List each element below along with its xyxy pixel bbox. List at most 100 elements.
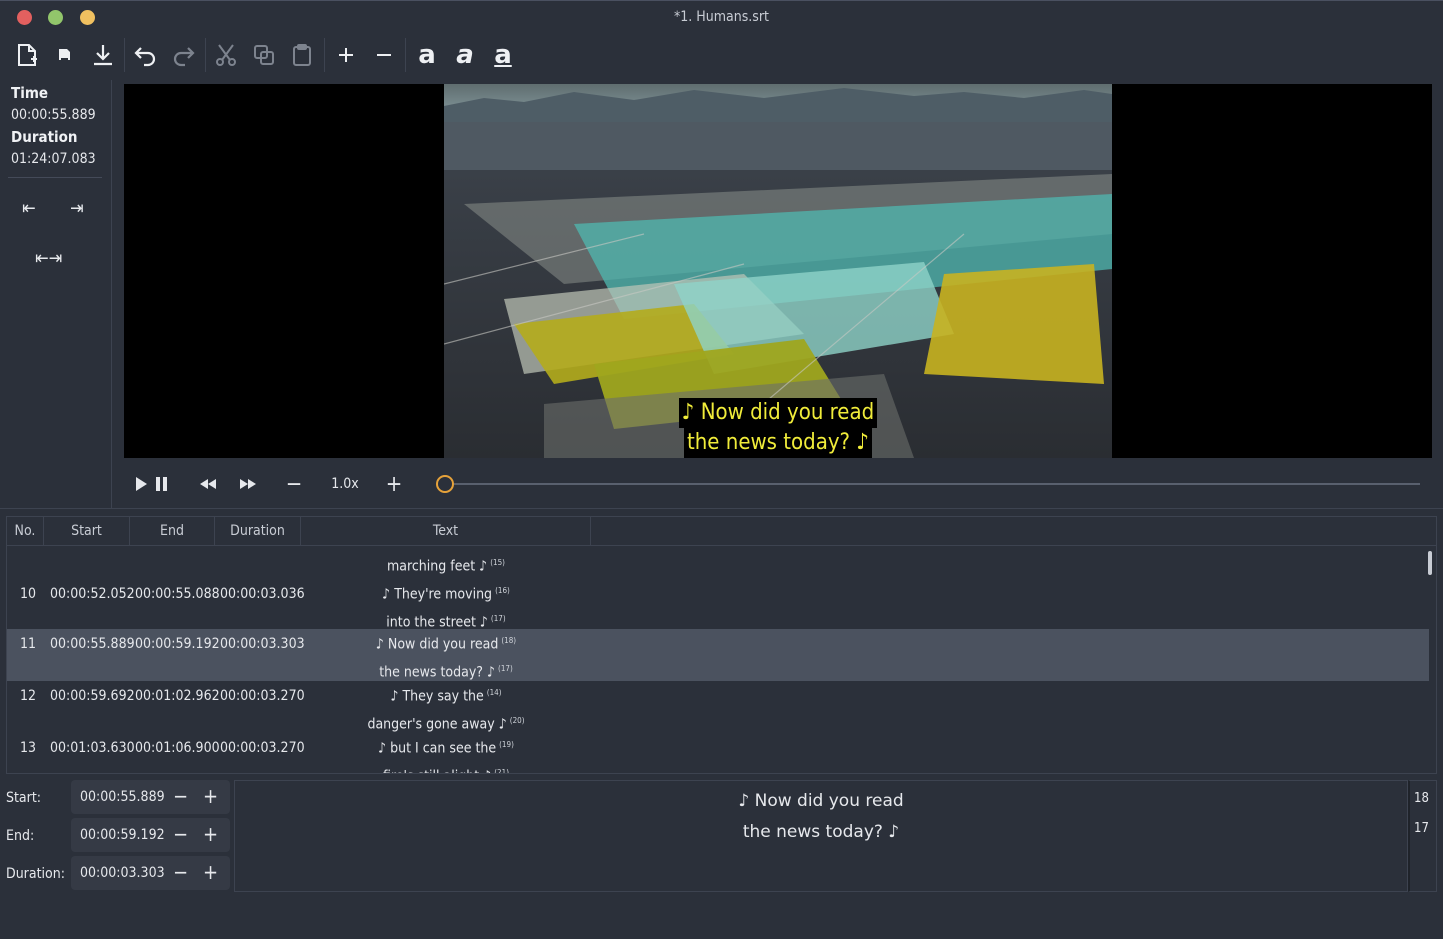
column-header-no[interactable]: No. (7, 517, 44, 546)
set-both-button[interactable]: ⇤⇥ (35, 248, 62, 269)
copy-button[interactable] (247, 38, 281, 72)
seek-handle[interactable] (436, 475, 454, 493)
toolbar: a a a (0, 34, 1443, 76)
table-row[interactable]: marching feet ♪ (15) (7, 547, 1429, 579)
play-pause-icon (136, 477, 167, 491)
char-count-line-2: 17 (1414, 821, 1429, 836)
subtitle-line-1: ♪ Now did you read (678, 398, 878, 428)
row-text-line-1: marching feet ♪ (387, 558, 488, 575)
row-text-line-2: fire's still alight ♪ (383, 768, 491, 773)
row-line-1-count: (14) (486, 688, 502, 697)
row-number: 11 (20, 636, 37, 652)
table-row[interactable]: 13 00:01:03.630 00:01:06.900 00:00:03.270 ♪ … (7, 733, 1429, 774)
editor-text-line-2[interactable]: the news today? ♪ (235, 817, 1407, 848)
remove-subtitle-button[interactable] (367, 38, 401, 72)
open-file-button[interactable] (48, 38, 82, 72)
column-header-text[interactable]: Text (301, 517, 591, 546)
row-end-time: 00:00:59.192 (135, 636, 220, 652)
end-decrement-button[interactable]: − (173, 822, 188, 846)
start-increment-button[interactable]: + (203, 784, 218, 808)
subtitle-line-2: the news today? ♪ (684, 428, 872, 458)
table-scrollbar[interactable] (1428, 551, 1432, 575)
subtitle-text-editor[interactable]: ♪ Now did you read the news today? ♪ (234, 780, 1408, 892)
row-line-2-count: (17) (498, 663, 513, 673)
save-button[interactable] (86, 38, 120, 72)
cut-icon (216, 44, 236, 66)
new-file-button[interactable] (10, 38, 44, 72)
duration-decrement-button[interactable]: − (173, 860, 188, 884)
open-file-icon (59, 49, 70, 60)
row-number: 13 (20, 740, 37, 756)
row-start-time: 00:01:03.630 (50, 740, 135, 756)
player-controls: − 1.0x + (124, 466, 1432, 502)
column-header-start[interactable]: Start (44, 517, 130, 546)
start-decrement-button[interactable]: − (173, 784, 188, 808)
seek-bar[interactable] (446, 483, 1420, 485)
row-text-line-2: into the street ♪ (386, 614, 488, 631)
row-text-line-1: ♪ but I can see the (378, 740, 497, 757)
time-value: 00:00:55.889 (11, 107, 96, 123)
underline-button[interactable]: a (486, 38, 520, 72)
speed-increase-button[interactable]: + (382, 472, 406, 497)
forward-button[interactable] (236, 472, 260, 496)
row-duration: 00:00:03.303 (220, 636, 305, 652)
start-label: Start: (6, 790, 42, 806)
cut-button[interactable] (209, 38, 243, 72)
save-icon (94, 45, 112, 66)
forward-icon (240, 479, 256, 489)
rewind-button[interactable] (196, 472, 220, 496)
start-time-spinbox[interactable]: 00:00:55.889 − + (71, 780, 230, 814)
panel-divider (111, 80, 112, 508)
duration-edit-label: Duration: (6, 866, 65, 882)
column-header-end[interactable]: End (130, 517, 215, 546)
end-time-value[interactable]: 00:00:59.192 (80, 827, 165, 843)
italic-button[interactable]: a (448, 38, 482, 72)
copy-icon (254, 45, 274, 65)
speed-decrease-button[interactable]: − (282, 472, 306, 497)
redo-icon (173, 47, 195, 67)
start-time-value[interactable]: 00:00:55.889 (80, 789, 165, 805)
row-text: marching feet ♪ (15) (301, 551, 591, 579)
editor-text-line-1[interactable]: ♪ Now did you read (235, 786, 1407, 817)
duration-spinbox[interactable]: 00:00:03.303 − + (71, 856, 230, 890)
set-end-button[interactable]: ⇥ (70, 198, 84, 219)
set-start-button[interactable]: ⇤ (22, 198, 36, 219)
table-row[interactable]: 12 00:00:59.692 00:01:02.962 00:00:03.270 ♪ … (7, 681, 1429, 733)
paste-button[interactable] (285, 38, 319, 72)
row-text: ♪ but I can see the(19) fire's still alig… (301, 733, 591, 774)
row-line-2-count: (20) (509, 715, 525, 725)
italic-icon: a (456, 40, 474, 70)
row-line-1-count: (15) (490, 558, 505, 567)
duration-edit-value[interactable]: 00:00:03.303 (80, 865, 165, 881)
row-text-line-2: danger's gone away ♪ (367, 716, 507, 733)
row-text: ♪ They say the (14) danger's gone away ♪ (2… (301, 681, 591, 736)
undo-button[interactable] (129, 38, 163, 72)
duration-value: 01:24:07.083 (11, 151, 96, 167)
row-line-1-count: (16) (495, 586, 510, 595)
redo-button[interactable] (166, 38, 200, 72)
row-end-time: 00:01:02.962 (135, 688, 220, 704)
add-subtitle-button[interactable] (329, 38, 363, 72)
window-title: *1. Humans.srt (674, 9, 769, 25)
row-start-time: 00:00:59.692 (50, 688, 135, 704)
table-row[interactable]: 10 00:00:52.052 00:00:55.088 00:00:03.036 ♪ … (7, 579, 1429, 630)
column-header-duration[interactable]: Duration (215, 517, 301, 546)
row-duration: 00:00:03.270 (220, 688, 305, 704)
row-end-time: 00:01:06.900 (135, 740, 220, 756)
end-time-spinbox[interactable]: 00:00:59.192 − + (71, 818, 230, 852)
speed-value: 1.0x (331, 476, 359, 492)
play-pause-button[interactable] (134, 472, 170, 496)
bold-button[interactable]: a (410, 38, 444, 72)
table-row[interactable]: 11 00:00:55.889 00:00:59.192 00:00:03.303 ♪ … (7, 629, 1429, 681)
end-increment-button[interactable]: + (203, 822, 218, 846)
end-label: End: (6, 828, 35, 844)
video-frame[interactable]: ♪ Now did you read the news today? ♪ (444, 84, 1112, 458)
subtitle-overlay: ♪ Now did you read the news today? ♪ (444, 398, 1112, 458)
row-end-time: 00:00:55.088 (135, 586, 220, 602)
row-text-line-2: the news today? ♪ (379, 664, 496, 681)
rewind-icon (200, 479, 216, 489)
duration-increment-button[interactable]: + (203, 860, 218, 884)
row-line-2-count: (21) (494, 767, 510, 774)
row-text: ♪ They're moving (16) into the street ♪ (17… (301, 579, 591, 634)
char-count-line-1: 18 (1414, 791, 1429, 806)
